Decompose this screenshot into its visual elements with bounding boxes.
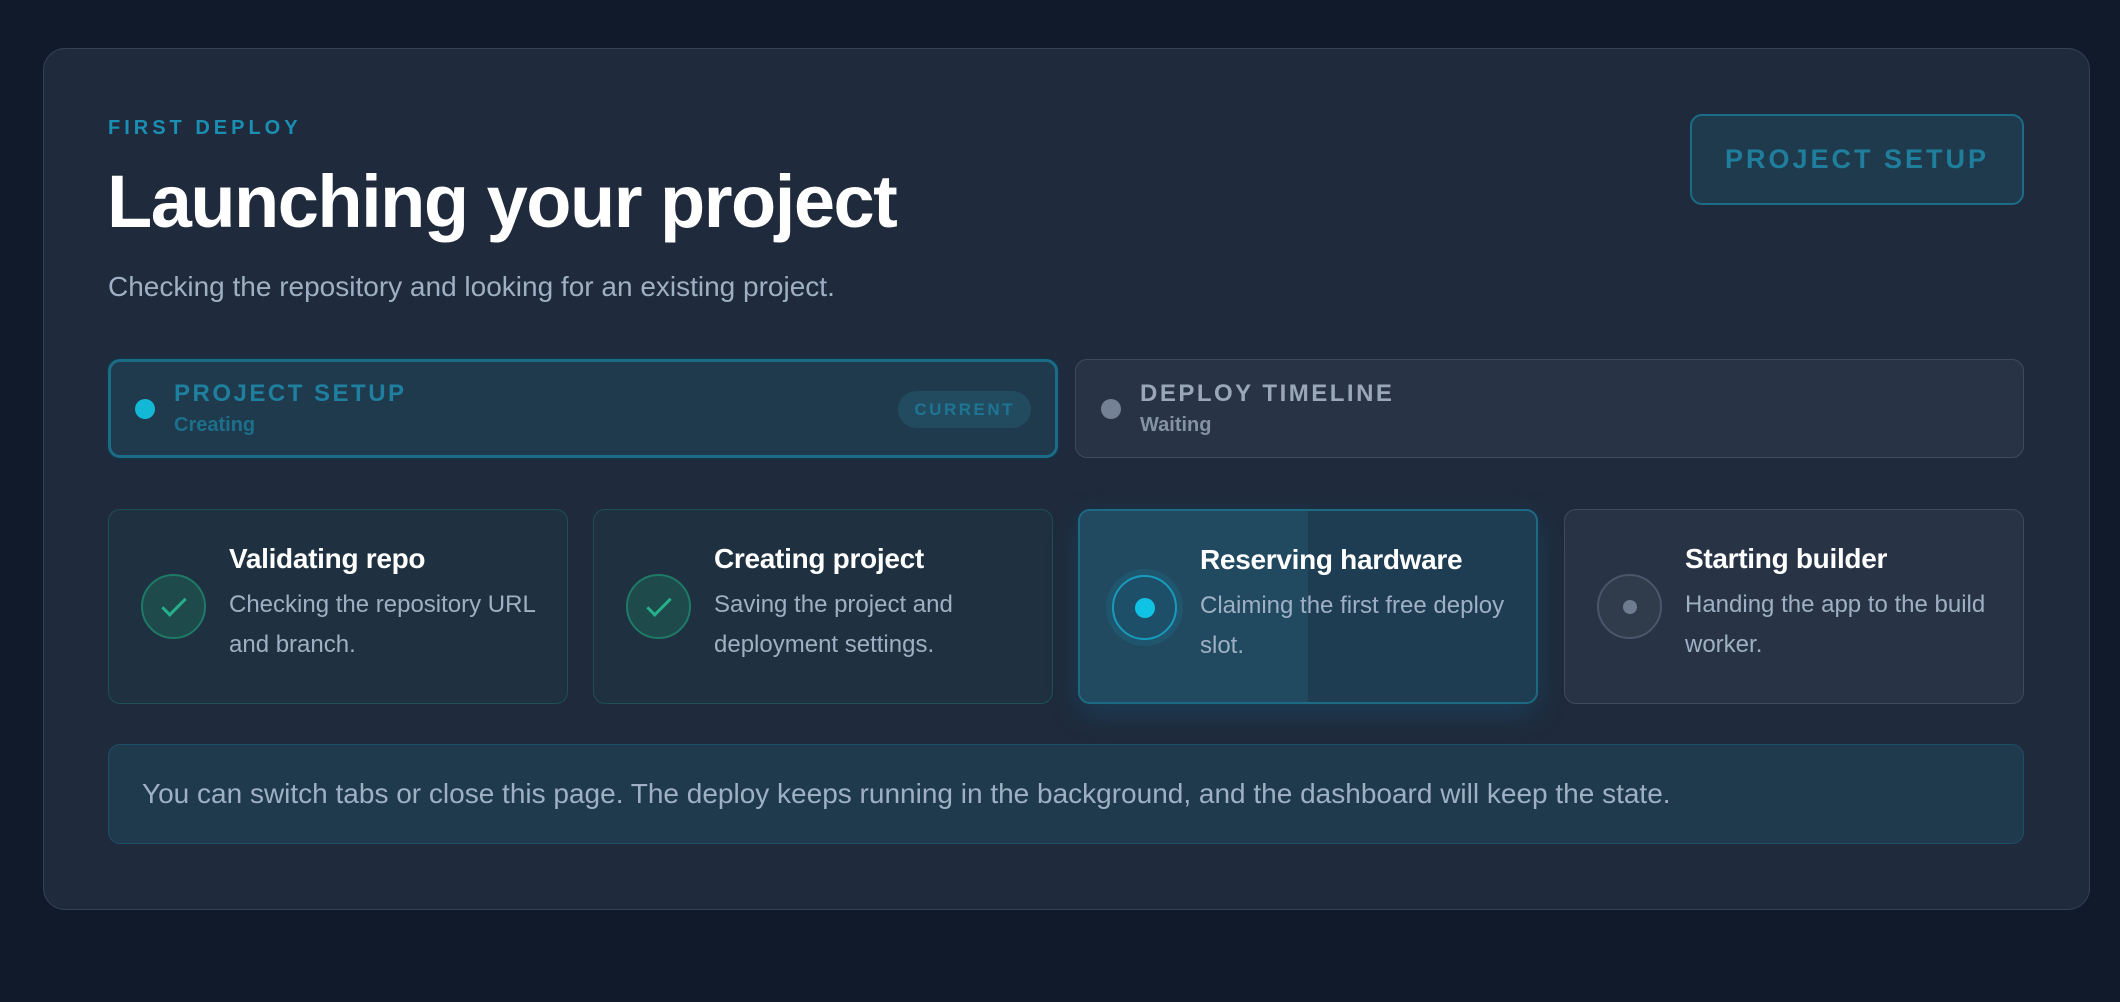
check-icon bbox=[626, 574, 691, 639]
eyebrow-label: FIRST DEPLOY bbox=[108, 117, 302, 139]
step-description: Saving the project and deployment settin… bbox=[714, 591, 953, 658]
step-description: Claiming the first free deploy slot. bbox=[1200, 592, 1505, 659]
check-icon bbox=[141, 574, 206, 639]
tab-label: DEPLOY TIMELINE bbox=[1140, 380, 1395, 407]
step-card-creating-project: Creating project Saving the project and … bbox=[593, 509, 1053, 704]
tab-text: PROJECT SETUP Creating bbox=[174, 380, 407, 437]
current-badge: CURRENT bbox=[898, 391, 1031, 428]
background-notice: You can switch tabs or close this page. … bbox=[108, 744, 2024, 844]
tab-text: DEPLOY TIMELINE Waiting bbox=[1140, 380, 1394, 437]
page-title: Launching your project bbox=[107, 160, 898, 243]
step-card-validating-repo: Validating repo Checking the repository … bbox=[108, 509, 568, 704]
step-title: Validating repo bbox=[229, 543, 426, 574]
status-dot-icon bbox=[1101, 398, 1121, 419]
tab-status: Creating bbox=[174, 414, 256, 436]
tab-label: PROJECT SETUP bbox=[174, 380, 407, 407]
step-card-starting-builder: Starting builder Handing the app to the … bbox=[1564, 509, 2024, 704]
pending-dot-icon bbox=[1597, 574, 1662, 639]
deploy-panel: FIRST DEPLOY Launching your project Chec… bbox=[43, 48, 2090, 910]
page-subtitle: Checking the repository and looking for … bbox=[108, 271, 835, 302]
tab-project-setup[interactable]: PROJECT SETUP Creating CURRENT bbox=[108, 359, 1058, 458]
active-dot-icon bbox=[1112, 575, 1177, 640]
tab-deploy-timeline[interactable]: DEPLOY TIMELINE Waiting bbox=[1075, 359, 2024, 458]
step-title: Reserving hardware bbox=[1200, 544, 1463, 575]
step-title: Creating project bbox=[714, 543, 924, 574]
status-dot-icon bbox=[135, 398, 155, 419]
step-description: Handing the app to the build worker. bbox=[1685, 591, 1986, 658]
tab-status: Waiting bbox=[1140, 414, 1212, 436]
step-card-reserving-hardware: Reserving hardware Claiming the first fr… bbox=[1078, 509, 1538, 704]
step-description: Checking the repository URL and branch. bbox=[229, 591, 535, 658]
stage-badge: PROJECT SETUP bbox=[1690, 114, 2024, 205]
step-title: Starting builder bbox=[1685, 543, 1888, 574]
